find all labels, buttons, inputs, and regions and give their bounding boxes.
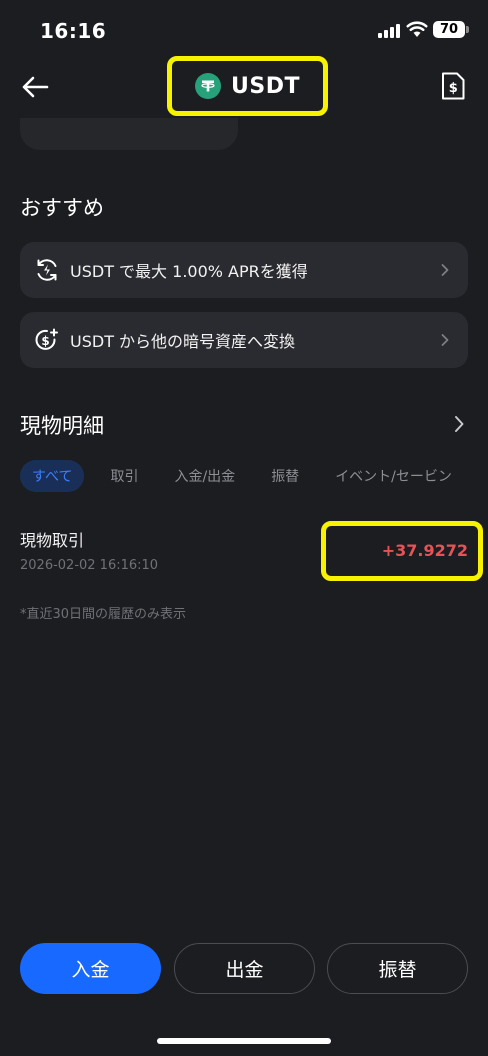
transaction-title: 現物取引 (20, 531, 85, 550)
transfer-button[interactable]: 振替 (327, 943, 468, 994)
battery-indicator: 70 (433, 21, 465, 38)
recommend-convert-label: USDT から他の暗号資産へ変換 (70, 332, 296, 351)
withdraw-button[interactable]: 出金 (174, 943, 315, 994)
spot-details-title: 現物明細 (20, 414, 104, 438)
back-arrow-icon (22, 76, 49, 98)
page-title: USDT (231, 73, 300, 99)
home-indicator (157, 1038, 331, 1044)
tether-icon (195, 73, 221, 99)
svg-text:$: $ (449, 81, 458, 96)
filter-tabs: すべて 取引 入金/出金 振替 イベント/セービン (20, 460, 488, 492)
history-note: *直近30日間の履歴のみ表示 (20, 607, 187, 622)
transaction-datetime: 2026-02-02 16:16:10 (20, 558, 159, 573)
page-title-highlight: USDT (167, 56, 328, 116)
back-button[interactable] (18, 70, 52, 104)
status-time: 16:16 (40, 19, 107, 43)
transaction-amount-highlight: +37.9272 (321, 521, 483, 581)
cellular-signal-icon (378, 22, 400, 38)
recommend-convert-item[interactable]: $ USDT から他の暗号資産へ変換 (20, 312, 468, 368)
earn-cycle-icon (37, 259, 57, 281)
recommend-earn-item[interactable]: USDT で最大 1.00% APRを獲得 (20, 242, 468, 298)
spot-details-more-icon[interactable] (452, 414, 466, 434)
svg-text:$: $ (41, 334, 49, 348)
battery-nub (466, 26, 469, 33)
asset-detail-screen: 16:16 70 USDT $ おすすめ USDT で最大 1.00% APRを… (0, 0, 488, 1056)
deposit-button[interactable]: 入金 (20, 943, 161, 994)
wifi-icon (406, 21, 428, 37)
tab-deposit-withdraw[interactable]: 入金/出金 (174, 466, 235, 486)
tab-events-savings[interactable]: イベント/セービン (335, 466, 452, 486)
tab-all[interactable]: すべて (20, 460, 85, 492)
tab-trade[interactable]: 取引 (110, 466, 138, 486)
status-bar: 16:16 70 (0, 0, 488, 60)
chevron-right-icon (441, 264, 449, 276)
recommend-title: おすすめ (20, 196, 104, 220)
balance-card-edge (20, 118, 238, 150)
statement-icon[interactable]: $ (441, 72, 465, 100)
convert-coin-icon: $ (35, 328, 58, 350)
transaction-amount: +37.9272 (381, 541, 468, 560)
tab-transfer[interactable]: 振替 (271, 466, 299, 486)
chevron-right-icon (441, 334, 449, 346)
recommend-earn-label: USDT で最大 1.00% APRを獲得 (70, 262, 308, 281)
